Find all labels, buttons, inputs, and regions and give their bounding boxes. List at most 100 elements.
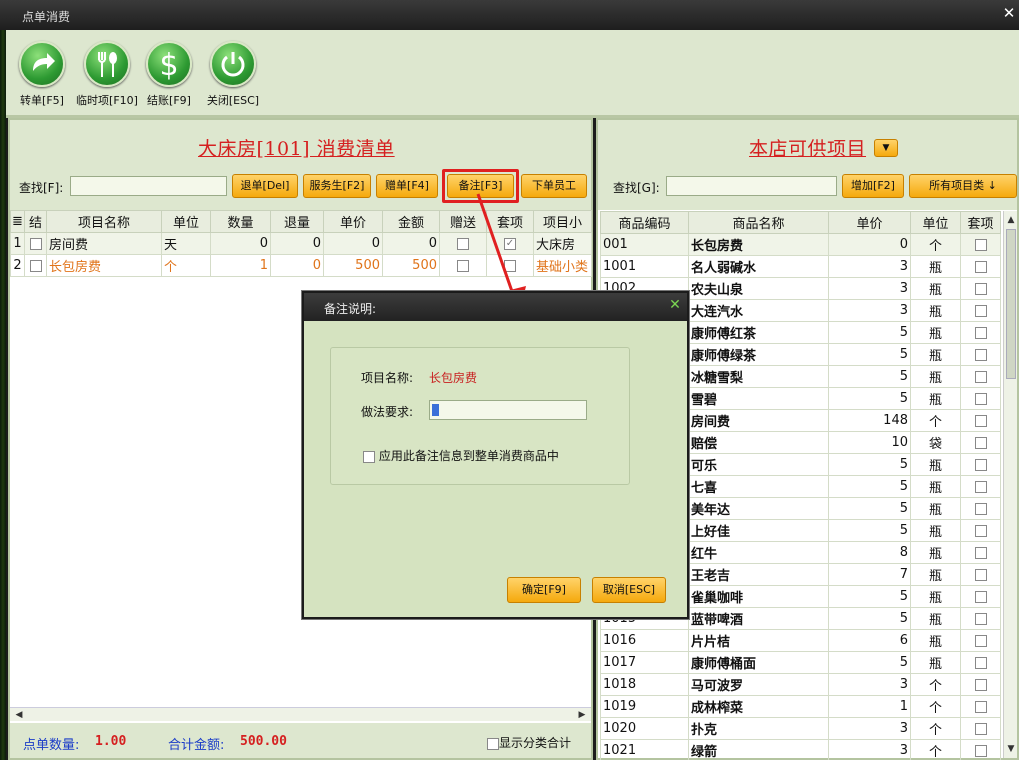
product-package-checkbox[interactable]	[974, 348, 987, 361]
product-package-checkbox[interactable]	[974, 634, 987, 647]
col-product-price[interactable]: 单价	[828, 211, 911, 234]
product-package-checkbox[interactable]	[974, 744, 987, 757]
product-package-checkbox[interactable]	[974, 612, 987, 625]
scroll-thumb[interactable]	[1006, 229, 1016, 379]
table-row[interactable]: 1018 马可波罗 3 个	[600, 673, 1001, 696]
col-amount[interactable]: 金额	[382, 210, 440, 233]
product-package-checkbox[interactable]	[974, 568, 987, 581]
product-unit: 袋	[910, 431, 961, 454]
col-product-unit[interactable]: 单位	[910, 211, 961, 234]
scroll-left-icon[interactable]: ◀	[12, 708, 26, 722]
product-package-checkbox[interactable]	[974, 260, 987, 273]
product-name: 赔偿	[688, 431, 829, 454]
title-dropdown-icon[interactable]: ▼	[874, 139, 898, 157]
product-name: 雀巢咖啡	[688, 585, 829, 608]
col-item-name[interactable]: 项目名称	[46, 210, 162, 233]
product-unit: 个	[910, 695, 961, 718]
product-package-checkbox[interactable]	[974, 546, 987, 559]
col-category[interactable]: 项目小	[533, 210, 592, 233]
col-item-code[interactable]: 商品编码	[600, 211, 689, 234]
apply-all-label: 应用此备注信息到整单消费商品中	[378, 449, 559, 463]
method-label: 做法要求:	[361, 405, 414, 419]
dialog-close-icon[interactable]: ✕	[667, 297, 683, 313]
product-package-checkbox[interactable]	[974, 722, 987, 735]
col-settled[interactable]: 结	[24, 210, 47, 233]
product-name: 蓝带啤酒	[688, 607, 829, 630]
product-package-checkbox[interactable]	[974, 590, 987, 603]
columns-menu-icon[interactable]: ≣	[10, 210, 25, 233]
checkout-button[interactable]: $ 结账[F9]	[136, 41, 202, 111]
product-price: 3	[828, 673, 911, 696]
col-quantity[interactable]: 数量	[210, 210, 271, 233]
product-package-checkbox[interactable]	[974, 458, 987, 471]
items-search-input[interactable]	[666, 176, 837, 196]
product-unit: 瓶	[910, 475, 961, 498]
product-package-checkbox[interactable]	[974, 436, 987, 449]
product-package-checkbox[interactable]	[974, 414, 987, 427]
col-return-qty[interactable]: 退量	[270, 210, 324, 233]
table-row[interactable]: 1020 扑克 3 个	[600, 717, 1001, 740]
svg-text:$: $	[159, 48, 178, 83]
order-table-hscrollbar[interactable]: ◀ ▶	[10, 707, 591, 721]
apply-all-checkbox[interactable]	[363, 450, 375, 463]
close-button[interactable]: 关闭[ESC]	[200, 41, 266, 111]
table-row[interactable]: 1019 成林榨菜 1 个	[600, 695, 1001, 718]
col-product-name[interactable]: 商品名称	[688, 211, 829, 234]
order-summary-bar: 点单数量: 1.00 合计金额: 500.00 显示分类合计	[10, 723, 591, 758]
product-package-checkbox[interactable]	[974, 282, 987, 295]
product-name: 可乐	[688, 453, 829, 476]
product-package-checkbox[interactable]	[974, 524, 987, 537]
show-category-total-toggle[interactable]: 显示分类合计	[487, 734, 571, 751]
dialog-ok-button[interactable]: 确定[F9]	[507, 577, 581, 603]
gift-checkbox[interactable]	[457, 237, 469, 250]
col-unit[interactable]: 单位	[161, 210, 211, 233]
product-package-checkbox[interactable]	[974, 304, 987, 317]
waiter-button[interactable]: 服务生[F2]	[303, 174, 371, 198]
product-package-checkbox[interactable]	[974, 700, 987, 713]
settled-checkbox[interactable]	[29, 259, 42, 272]
table-row[interactable]: 001 长包房费 0 个	[600, 233, 1001, 256]
gift-order-button[interactable]: 赠单[F4]	[376, 174, 438, 198]
scroll-up-icon[interactable]: ▲	[1004, 213, 1018, 227]
table-row[interactable]: 1021 绿箭 3 个	[600, 739, 1001, 760]
product-package-checkbox[interactable]	[974, 656, 987, 669]
product-unit: 瓶	[910, 563, 961, 586]
product-unit: 瓶	[910, 453, 961, 476]
col-product-package[interactable]: 套项	[960, 211, 1001, 234]
scroll-right-icon[interactable]: ▶	[575, 708, 589, 722]
product-price: 3	[828, 739, 911, 760]
table-row[interactable]: 1001 名人弱碱水 3 瓶	[600, 255, 1001, 278]
product-package-checkbox[interactable]	[974, 238, 987, 251]
col-unit-price[interactable]: 单价	[323, 210, 383, 233]
product-package-checkbox[interactable]	[974, 392, 987, 405]
row-number: 2	[10, 254, 25, 277]
product-code: 1001	[600, 255, 689, 278]
add-item-button[interactable]: 增加[F2]	[842, 174, 904, 198]
order-search-label: 查找[F]:	[19, 181, 64, 195]
scroll-down-icon[interactable]: ▼	[1004, 742, 1018, 756]
settled-checkbox[interactable]	[29, 237, 42, 250]
table-row[interactable]: 1017 康师傅桶面 5 瓶	[600, 651, 1001, 674]
product-name: 康师傅绿茶	[688, 343, 829, 366]
temp-item-button[interactable]: 临时项[F10]	[74, 41, 140, 111]
items-table-vscrollbar[interactable]: ▲ ▼	[1003, 211, 1017, 758]
fork-knife-icon	[84, 41, 130, 87]
table-row[interactable]: 1016 片片桔 6 瓶	[600, 629, 1001, 652]
show-category-total-checkbox[interactable]	[487, 737, 499, 750]
apply-all-toggle[interactable]: 应用此备注信息到整单消费商品中	[363, 447, 559, 464]
transfer-button[interactable]: 转单[F5]	[9, 41, 75, 111]
window-close-icon[interactable]: ✕	[1001, 4, 1017, 22]
category-filter-button[interactable]: 所有项目类 ↓	[909, 174, 1017, 198]
gift-checkbox[interactable]	[457, 259, 469, 272]
product-package-checkbox[interactable]	[974, 326, 987, 339]
product-package-checkbox[interactable]	[974, 480, 987, 493]
method-input[interactable]	[429, 400, 587, 420]
dialog-cancel-button[interactable]: 取消[ESC]	[592, 577, 666, 603]
return-order-button[interactable]: 退单[Del]	[232, 174, 298, 198]
available-items-header: 本店可供项目 ▼ 查找[G]: 增加[F2] 所有项目类 ↓	[598, 120, 1017, 210]
product-package-checkbox[interactable]	[974, 678, 987, 691]
product-package-checkbox[interactable]	[974, 502, 987, 515]
product-package-checkbox[interactable]	[974, 370, 987, 383]
item-name: 房间费	[46, 232, 162, 255]
order-search-input[interactable]	[70, 176, 227, 196]
